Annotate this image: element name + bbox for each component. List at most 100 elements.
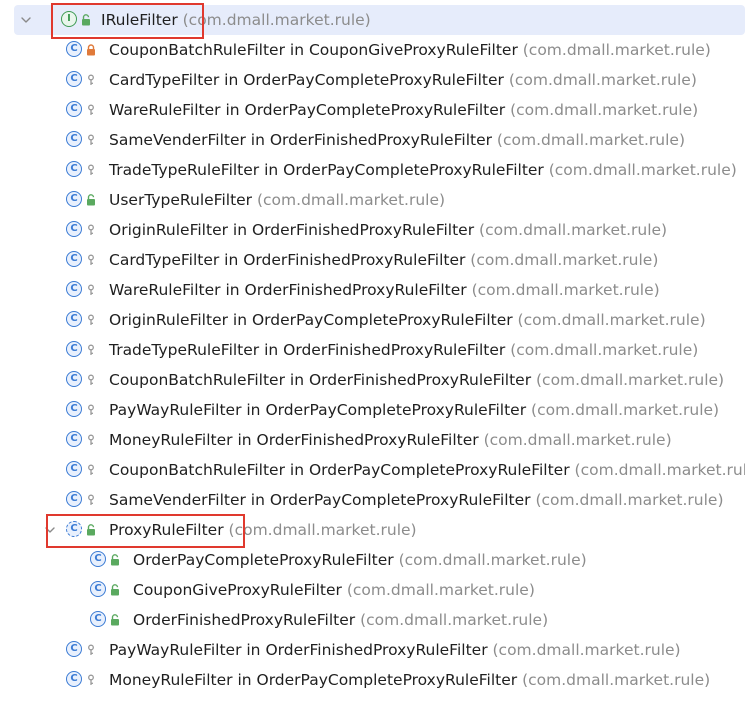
- tree-node-label: CardTypeFilter in OrderFinishedProxyRule…: [109, 245, 658, 275]
- class-name: UserTypeRuleFilter: [109, 191, 253, 209]
- tree-node[interactable]: C PayWayRuleFilter in OrderPayCompletePro…: [0, 395, 745, 425]
- tree-node-label: WareRuleFilter in OrderFinishedProxyRule…: [109, 275, 660, 305]
- package-key-icon: [86, 643, 96, 656]
- class-name: WareRuleFilter in OrderPayCompleteProxyR…: [109, 101, 506, 119]
- public-lock-icon: [110, 613, 120, 626]
- class-icon: C: [66, 371, 82, 387]
- class-icon: C: [66, 41, 82, 57]
- class-name: WareRuleFilter in OrderFinishedProxyRule…: [109, 281, 467, 299]
- tree-node[interactable]: C CouponBatchRuleFilter in OrderPayComple…: [0, 455, 745, 485]
- tree-node[interactable]: C ProxyRuleFilter (com.dmall.market.rule): [0, 515, 745, 545]
- class-name: OrderPayCompleteProxyRuleFilter: [133, 551, 394, 569]
- type-hierarchy-tree: I IRuleFilter (com.dmall.market.rule) C Cou…: [0, 5, 745, 695]
- tree-child-node[interactable]: C OrderFinishedProxyRuleFilter (com.dmall…: [0, 605, 745, 635]
- tree-node[interactable]: C SameVenderFilter in OrderPayCompletePro…: [0, 485, 745, 515]
- class-name: CardTypeFilter in OrderFinishedProxyRule…: [109, 251, 466, 269]
- chevron-down-icon[interactable]: [43, 515, 57, 545]
- class-icon: C: [66, 221, 82, 237]
- package-name: (com.dmall.market.rule): [526, 401, 720, 419]
- package-name: (com.dmall.market.rule): [531, 371, 725, 389]
- tree-node-label: SameVenderFilter in OrderFinishedProxyRu…: [109, 125, 685, 155]
- tree-root-node[interactable]: I IRuleFilter (com.dmall.market.rule): [14, 5, 745, 35]
- tree-node[interactable]: C SameVenderFilter in OrderFinishedProxyR…: [0, 125, 745, 155]
- package-name: (com.dmall.market.rule): [503, 71, 697, 89]
- package-name: (com.dmall.market.rule): [512, 311, 706, 329]
- tree-node-label: WareRuleFilter in OrderPayCompleteProxyR…: [109, 95, 698, 125]
- tree-node-label: IRuleFilter (com.dmall.market.rule): [101, 5, 371, 35]
- tree-node[interactable]: C CouponBatchRuleFilter in OrderFinishedP…: [0, 365, 745, 395]
- tree-node-label: OrderPayCompleteProxyRuleFilter (com.dma…: [133, 545, 587, 575]
- package-key-icon: [86, 133, 96, 146]
- package-key-icon: [86, 373, 96, 386]
- class-name: OriginRuleFilter in OrderFinishedProxyRu…: [109, 221, 475, 239]
- class-name: CouponGiveProxyRuleFilter: [133, 581, 342, 599]
- class-icon: C: [90, 611, 106, 627]
- class-icon: C: [66, 281, 82, 297]
- tree-node[interactable]: C WareRuleFilter in OrderPayCompleteProxy…: [0, 95, 745, 125]
- tree-node-label: PayWayRuleFilter in OrderFinishedProxyRu…: [109, 635, 681, 665]
- tree-node-label: TradeTypeRuleFilter in OrderPayCompleteP…: [109, 155, 737, 185]
- tree-node-label: PayWayRuleFilter in OrderPayCompleteProx…: [109, 395, 719, 425]
- class-icon: C: [66, 341, 82, 357]
- public-lock-icon: [81, 13, 91, 26]
- tree-node[interactable]: C TradeTypeRuleFilter in OrderFinishedPro…: [0, 335, 745, 365]
- tree-node[interactable]: C MoneyRuleFilter in OrderFinishedProxyRu…: [0, 425, 745, 455]
- class-name: OrderFinishedProxyRuleFilter: [133, 611, 356, 629]
- class-name: TradeTypeRuleFilter in OrderPayCompleteP…: [109, 161, 544, 179]
- class-name: ProxyRuleFilter: [109, 521, 224, 539]
- class-icon: C: [66, 131, 82, 147]
- package-key-icon: [86, 223, 96, 236]
- abstract-class-icon: C: [66, 521, 82, 537]
- package-name: (com.dmall.market.rule): [505, 341, 699, 359]
- package-name: (com.dmall.market.rule): [517, 41, 711, 59]
- package-key-icon: [86, 343, 96, 356]
- tree-node[interactable]: C WareRuleFilter in OrderFinishedProxyRul…: [0, 275, 745, 305]
- tree-node-label: TradeTypeRuleFilter in OrderFinishedProx…: [109, 335, 698, 365]
- class-icon: C: [66, 101, 82, 117]
- class-icon: C: [66, 161, 82, 177]
- tree-child-node[interactable]: C OrderPayCompleteProxyRuleFilter (com.dm…: [0, 545, 745, 575]
- package-key-icon: [86, 673, 96, 686]
- tree-node-label: OrderFinishedProxyRuleFilter (com.dmall.…: [133, 605, 548, 635]
- package-name: (com.dmall.market.rule): [341, 581, 535, 599]
- tree-node[interactable]: C CouponBatchRuleFilter in CouponGiveProx…: [0, 35, 745, 65]
- interface-icon: I: [61, 11, 77, 27]
- class-icon: C: [90, 581, 106, 597]
- tree-node-label: CouponGiveProxyRuleFilter (com.dmall.mar…: [133, 575, 535, 605]
- package-name: (com.dmall.market.rule): [569, 461, 745, 479]
- tree-node[interactable]: C CardTypeFilter in OrderPayCompleteProxy…: [0, 65, 745, 95]
- package-key-icon: [86, 433, 96, 446]
- tree-node-label: MoneyRuleFilter in OrderFinishedProxyRul…: [109, 425, 672, 455]
- tree-node[interactable]: C PayWayRuleFilter in OrderFinishedProxyR…: [0, 635, 745, 665]
- tree-node-label: UserTypeRuleFilter (com.dmall.market.rul…: [109, 185, 445, 215]
- tree-node[interactable]: C OriginRuleFilter in OrderFinishedProxyR…: [0, 215, 745, 245]
- package-name: (com.dmall.market.rule): [223, 521, 417, 539]
- chevron-down-icon[interactable]: [19, 5, 33, 35]
- class-name: SameVenderFilter in OrderFinishedProxyRu…: [109, 131, 492, 149]
- tree-child-node[interactable]: C CouponGiveProxyRuleFilter (com.dmall.ma…: [0, 575, 745, 605]
- class-name: CouponBatchRuleFilter in OrderFinishedPr…: [109, 371, 532, 389]
- package-name: (com.dmall.market.rule): [543, 161, 737, 179]
- private-lock-icon: [86, 43, 96, 56]
- class-icon: C: [90, 551, 106, 567]
- package-name: (com.dmall.market.rule): [177, 11, 371, 29]
- tree-node[interactable]: C CardTypeFilter in OrderFinishedProxyRul…: [0, 245, 745, 275]
- class-name: IRuleFilter: [101, 11, 178, 29]
- class-name: MoneyRuleFilter in OrderFinishedProxyRul…: [109, 431, 479, 449]
- package-name: (com.dmall.market.rule): [466, 281, 660, 299]
- tree-node[interactable]: C TradeTypeRuleFilter in OrderPayComplete…: [0, 155, 745, 185]
- tree-node[interactable]: C OriginRuleFilter in OrderPayCompletePro…: [0, 305, 745, 335]
- class-icon: C: [66, 641, 82, 657]
- package-key-icon: [86, 73, 96, 86]
- package-name: (com.dmall.market.rule): [505, 101, 699, 119]
- tree-node[interactable]: C UserTypeRuleFilter (com.dmall.market.ru…: [0, 185, 745, 215]
- class-icon: C: [66, 461, 82, 477]
- package-name: (com.dmall.market.rule): [393, 551, 587, 569]
- package-name: (com.dmall.market.rule): [487, 641, 681, 659]
- tree-node[interactable]: C MoneyRuleFilter in OrderPayCompleteProx…: [0, 665, 745, 695]
- tree-node-label: OriginRuleFilter in OrderPayCompleteProx…: [109, 305, 706, 335]
- package-key-icon: [86, 403, 96, 416]
- class-name: CouponBatchRuleFilter in OrderPayComplet…: [109, 461, 570, 479]
- package-key-icon: [86, 313, 96, 326]
- tree-node-label: CouponBatchRuleFilter in OrderFinishedPr…: [109, 365, 724, 395]
